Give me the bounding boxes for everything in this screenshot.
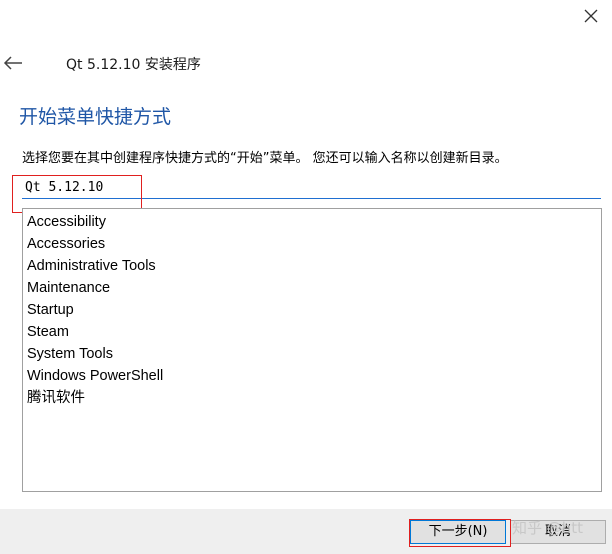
folder-list-item[interactable]: Steam [23,321,601,343]
folder-list-item[interactable]: Accessories [23,233,601,255]
cancel-button[interactable]: 取消 [510,520,606,544]
folder-list-item[interactable]: System Tools [23,343,601,365]
back-arrow-icon [3,56,22,70]
back-button[interactable] [0,50,26,76]
folder-list-item[interactable]: Maintenance [23,277,601,299]
window-title: Qt 5.12.10 安装程序 [66,57,201,73]
instruction-text: 选择您要在其中创建程序快捷方式的“开始”菜单。 您还可以输入名称以创建新目录。 [22,151,508,166]
close-icon [584,9,598,23]
start-menu-folder-list[interactable]: Accessibility Accessories Administrative T… [22,208,602,492]
folder-list-item[interactable]: Startup [23,299,601,321]
start-menu-folder-input[interactable] [22,177,601,199]
page-heading: 开始菜单快捷方式 [19,106,172,128]
footer-bar: 下一步(N) 取消 [0,509,612,554]
close-button[interactable] [574,2,608,30]
folder-list-item[interactable]: Administrative Tools [23,255,601,277]
next-button[interactable]: 下一步(N) [410,520,506,544]
folder-list-item[interactable]: Accessibility [23,211,601,233]
folder-list-item[interactable]: 腾讯软件 [23,387,601,409]
folder-list-item[interactable]: Windows PowerShell [23,365,601,387]
